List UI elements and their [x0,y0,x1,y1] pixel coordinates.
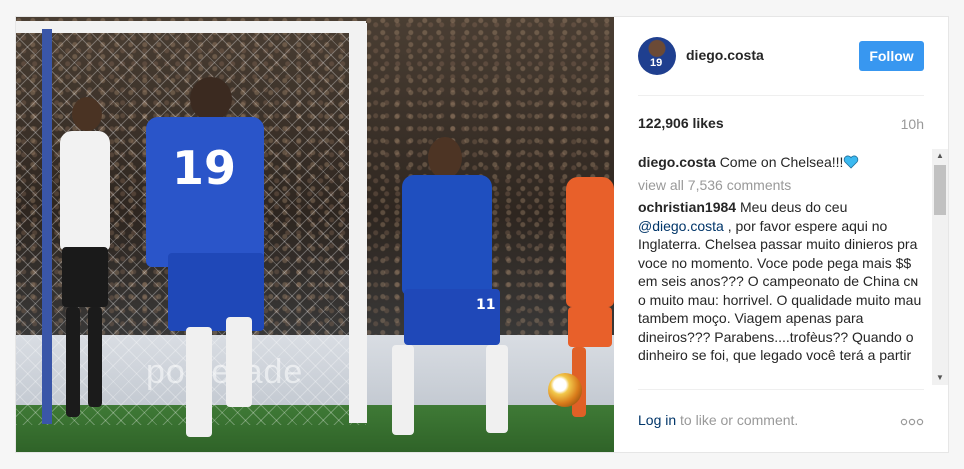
post-footer: Log in to like or comment. [638,389,924,450]
view-all-comments-link[interactable]: view all 7,536 comments [638,176,924,195]
login-prompt: Log in to like or comment. [638,412,798,428]
avatar-number: 19 [650,57,663,69]
comment-text-start: Meu deus do ceu [739,199,848,215]
post-sidebar: 19 diego.costa Follow 122,906 likes 10h … [614,17,948,452]
comment-mention-link[interactable]: @diego.costa [638,218,724,234]
login-link[interactable]: Log in [638,412,676,428]
costa-shirt-number: 19 [172,141,237,195]
post-photo[interactable]: powerade 19 11 [16,17,614,452]
caption-username[interactable]: diego.costa [638,154,716,170]
player-costa: 19 [126,77,316,447]
comment-username[interactable]: ochristian1984 [638,199,736,215]
likes-count[interactable]: 122,906 likes [638,115,724,131]
more-options-icon[interactable] [900,418,924,426]
caption: diego.costa Come on Chelsea!!! [638,153,924,172]
player-white-left [56,97,126,427]
post-header: 19 diego.costa Follow [638,37,924,96]
comments-scrollbar[interactable]: ▲ ▼ [932,149,948,385]
post-time[interactable]: 10h [901,116,924,132]
post-card: powerade 19 11 [15,16,949,453]
comments-list[interactable]: diego.costa Come on Chelsea!!! view all … [638,149,932,385]
scrollbar-thumb[interactable] [934,165,946,215]
follow-button[interactable]: Follow [859,41,924,71]
goal-post-padding [42,29,52,424]
goal-post [349,23,367,423]
avatar[interactable]: 19 [638,37,676,75]
scroll-down-arrow-icon[interactable]: ▼ [932,371,948,385]
scroll-up-arrow-icon[interactable]: ▲ [932,149,948,163]
comment-text-rest: , por favor espere aqui no Inglaterra. C… [638,217,922,364]
header-username[interactable]: diego.costa [686,47,764,63]
player-pedro: 11 [376,137,526,437]
caption-text: Come on Chelsea!!! [719,154,844,170]
pedro-shorts-number: 11 [476,297,496,313]
login-prompt-text: to like or comment. [680,412,799,428]
blue-heart-icon [844,155,859,169]
goal-crossbar [16,21,366,33]
football [548,373,582,407]
comment-item: ochristian1984 Meu deus do ceu @diego.co… [638,198,924,365]
